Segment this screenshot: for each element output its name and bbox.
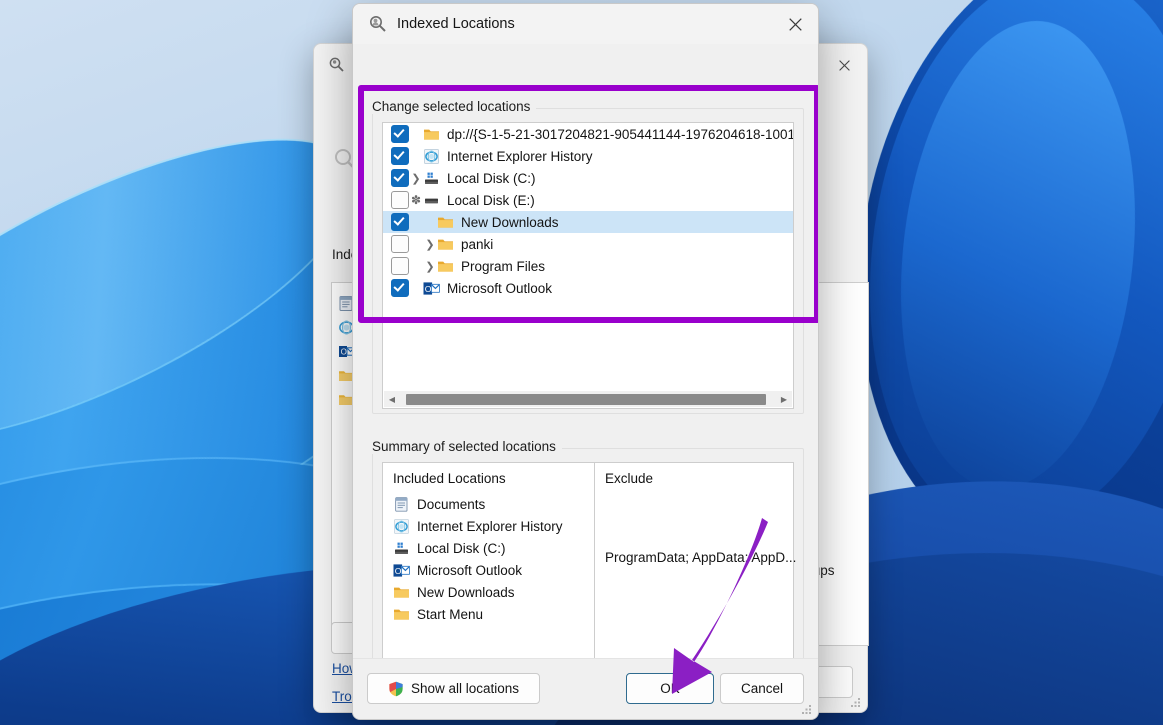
column-header-exclude: Exclude	[605, 471, 793, 486]
chevron-left-icon[interactable]: ◀	[384, 391, 400, 407]
dialog-footer: Show all locations OK Cancel	[353, 658, 818, 719]
close-icon[interactable]	[821, 44, 867, 86]
local-disk-icon	[423, 170, 440, 187]
tree-item-label: Microsoft Outlook	[447, 281, 552, 296]
list-item: O Microsoft Outlook	[393, 559, 594, 581]
folder-icon	[393, 584, 410, 601]
dialog-title: Indexed Locations	[397, 16, 515, 32]
tree-checkbox[interactable]	[391, 147, 409, 165]
change-locations-legend: Change selected locations	[372, 99, 536, 114]
indexed-locations-dialog[interactable]: Indexed Locations Change selected locati…	[352, 3, 819, 720]
tree-checkbox[interactable]	[391, 235, 409, 253]
table-row[interactable]: O Microsoft Outlook	[383, 277, 793, 299]
local-disk-icon	[393, 540, 410, 557]
list-item: Documents	[393, 493, 594, 515]
folder-icon	[437, 236, 454, 253]
tree-item-label: New Downloads	[461, 215, 559, 230]
folder-icon	[437, 258, 454, 275]
tree-checkbox[interactable]	[391, 213, 409, 231]
tree-checkbox[interactable]	[391, 257, 409, 275]
list-item-label: Internet Explorer History	[417, 519, 563, 534]
table-row[interactable]: dp://{S-1-5-21-3017204821-905441144-1976…	[383, 123, 793, 145]
close-icon[interactable]	[772, 4, 818, 44]
list-item-label: Microsoft Outlook	[417, 563, 522, 578]
change-selected-locations-group: Change selected locations dp://{S-1-5-21…	[372, 99, 804, 414]
tree-item-label: panki	[461, 237, 493, 252]
resize-grip-icon[interactable]	[801, 703, 813, 715]
table-row[interactable]: ❯ Local Disk (C:)	[383, 167, 793, 189]
included-locations-column: Included Locations Documents	[383, 463, 595, 673]
summary-table[interactable]: Included Locations Documents	[382, 462, 794, 674]
tree-item-label: Local Disk (E:)	[447, 193, 535, 208]
dialog-body: Change selected locations dp://{S-1-5-21…	[353, 44, 818, 719]
svg-text:O: O	[395, 565, 402, 575]
folder-icon	[437, 214, 454, 231]
exclude-value: ProgramData; AppData; AppD...	[605, 550, 796, 565]
folder-icon	[423, 126, 440, 143]
table-row[interactable]: ❯ panki	[383, 233, 793, 255]
uac-shield-icon	[388, 681, 404, 697]
locations-tree[interactable]: dp://{S-1-5-21-3017204821-905441144-1976…	[382, 122, 794, 409]
column-header-included: Included Locations	[393, 471, 594, 486]
show-all-locations-label: Show all locations	[411, 681, 519, 696]
tree-item-label: Program Files	[461, 259, 545, 274]
tree-item-label: dp://{S-1-5-21-3017204821-905441144-1976…	[447, 127, 793, 142]
outlook-icon: O	[423, 280, 440, 297]
table-row[interactable]: ❯ Program Files	[383, 255, 793, 277]
list-item-label: Documents	[417, 497, 485, 512]
summary-of-selected-locations-group: Summary of selected locations Included L…	[372, 439, 804, 687]
table-row[interactable]: New Downloads	[383, 211, 793, 233]
chevron-right-icon[interactable]: ❯	[423, 260, 437, 273]
svg-text:O: O	[341, 348, 347, 357]
chevron-right-icon[interactable]: ▶	[776, 391, 792, 407]
ie-history-icon	[393, 518, 410, 535]
dialog-titlebar: Indexed Locations	[353, 4, 818, 44]
horizontal-scrollbar[interactable]: ◀ ▶	[384, 391, 792, 407]
tree-item-label: Local Disk (C:)	[447, 171, 536, 186]
list-item: New Downloads	[393, 581, 594, 603]
list-item: Local Disk (C:)	[393, 537, 594, 559]
resize-grip-icon[interactable]	[850, 696, 862, 708]
indexed-locations-icon	[368, 14, 388, 34]
show-all-locations-button[interactable]: Show all locations	[367, 673, 540, 704]
ok-button[interactable]: OK	[626, 673, 714, 704]
list-item-label: Local Disk (C:)	[417, 541, 506, 556]
exclude-column: Exclude ProgramData; AppData; AppD...	[595, 463, 793, 673]
tree-checkbox[interactable]	[391, 279, 409, 297]
svg-text:O: O	[425, 283, 432, 293]
ie-history-icon	[423, 148, 440, 165]
table-row[interactable]: Internet Explorer History	[383, 145, 793, 167]
scrollbar-thumb[interactable]	[406, 394, 766, 405]
tree-checkbox[interactable]	[391, 169, 409, 187]
folder-icon	[393, 606, 410, 623]
outlook-icon: O	[393, 562, 410, 579]
chevron-down-icon[interactable]: ✽	[409, 193, 423, 207]
summary-legend: Summary of selected locations	[372, 439, 562, 454]
indexing-options-icon	[328, 56, 346, 74]
list-item-label: Start Menu	[417, 607, 483, 622]
chevron-right-icon[interactable]: ❯	[423, 238, 437, 251]
list-item: Start Menu	[393, 603, 594, 625]
documents-icon	[393, 496, 410, 513]
chevron-right-icon[interactable]: ❯	[409, 172, 423, 185]
tree-checkbox[interactable]	[391, 191, 409, 209]
tree-item-label: Internet Explorer History	[447, 149, 593, 164]
local-disk-plain-icon	[423, 192, 440, 209]
table-row[interactable]: ✽ Local Disk (E:)	[383, 189, 793, 211]
list-item-label: New Downloads	[417, 585, 515, 600]
cancel-button[interactable]: Cancel	[720, 673, 804, 704]
list-item: Internet Explorer History	[393, 515, 594, 537]
tree-checkbox[interactable]	[391, 125, 409, 143]
